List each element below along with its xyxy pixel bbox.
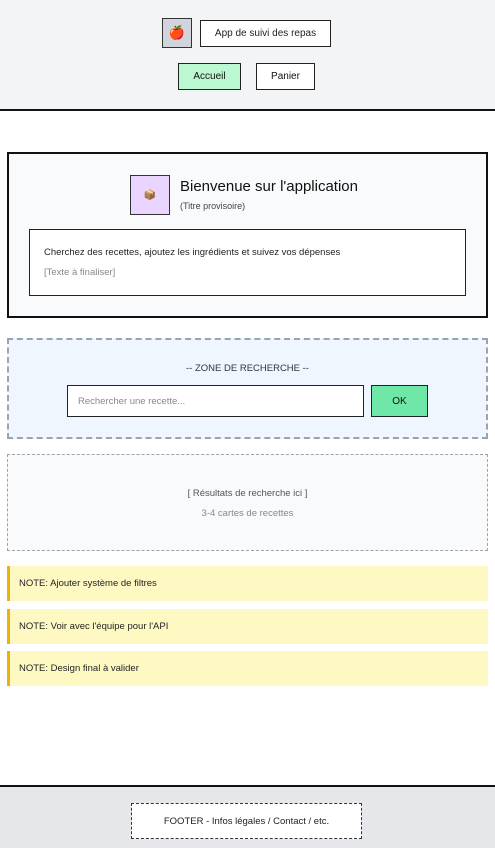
search-input[interactable]	[67, 385, 364, 417]
search-results-area: [ Résultats de recherche ici ] 3-4 carte…	[7, 454, 488, 551]
search-ok-button[interactable]: OK	[371, 385, 428, 417]
app-header: 🍎 App de suivi des repas Accueil Panier	[0, 0, 495, 111]
note-filters: NOTE: Ajouter système de filtres	[7, 566, 488, 601]
nav-cart-button[interactable]: Panier	[256, 63, 315, 90]
results-placeholder-title: [ Résultats de recherche ici ]	[187, 488, 308, 499]
results-placeholder-subtitle: 3-4 cartes de recettes	[201, 508, 294, 519]
welcome-title: Bienvenue sur l'application	[180, 178, 358, 195]
search-zone-label: -- ZONE DE RECHERCHE --	[186, 363, 309, 374]
page-footer: FOOTER - Infos légales / Contact / etc.	[0, 785, 495, 848]
welcome-subtitle: (Titre provisoire)	[180, 201, 246, 211]
note-api: NOTE: Voir avec l'équipe pour l'API	[7, 609, 488, 644]
nav-home-button[interactable]: Accueil	[178, 63, 241, 90]
welcome-section: 📦 Bienvenue sur l'application (Titre pro…	[7, 152, 488, 318]
note-design: NOTE: Design final à valider	[7, 651, 488, 686]
description-placeholder-note: [Texte à finaliser]	[44, 267, 116, 278]
apple-logo-icon: 🍎	[162, 18, 192, 48]
package-icon: 📦	[130, 175, 170, 215]
app-title: App de suivi des repas	[200, 20, 331, 47]
description-text: Cherchez des recettes, ajoutez les ingré…	[44, 247, 341, 258]
search-zone: -- ZONE DE RECHERCHE -- OK	[7, 338, 488, 439]
description-box: Cherchez des recettes, ajoutez les ingré…	[29, 229, 466, 296]
footer-links-box[interactable]: FOOTER - Infos légales / Contact / etc.	[131, 803, 362, 839]
